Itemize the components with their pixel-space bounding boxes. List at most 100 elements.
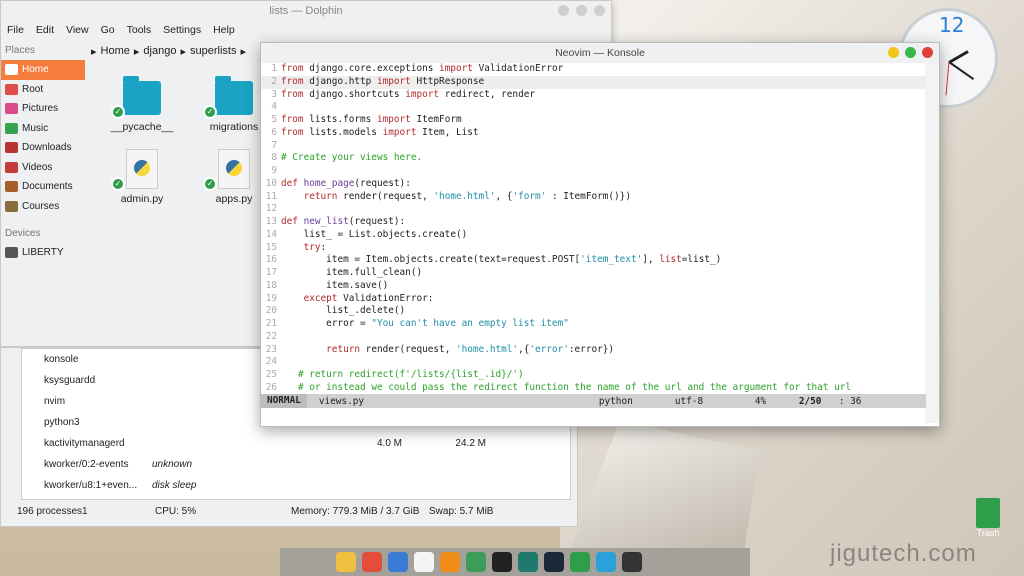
code-line[interactable]: 5 from lists.forms import ItemForm [261, 114, 925, 127]
menu-help[interactable]: Help [213, 24, 235, 36]
terminal-icon[interactable] [622, 552, 642, 572]
code-line[interactable]: 3 from django.shortcuts import redirect, … [261, 89, 925, 102]
menu-tools[interactable]: Tools [127, 24, 152, 36]
document-icon[interactable] [414, 552, 434, 572]
code-line[interactable]: 2 from django.http import HttpResponse [261, 75, 925, 89]
editor-buffer[interactable]: 1 from django.core.exceptions import Vali… [261, 63, 925, 395]
videos-icon [5, 161, 18, 173]
code-token: (request): [348, 216, 406, 227]
jetbrains-icon[interactable] [492, 552, 512, 572]
close-button[interactable] [922, 47, 933, 58]
maximize-button[interactable] [576, 5, 587, 16]
clock-minute-hand [948, 61, 975, 81]
places-item-videos[interactable]: Videos [1, 158, 85, 178]
code-token: from [281, 88, 304, 100]
system-monitor-icon[interactable] [570, 552, 590, 572]
code-token: render(request, [337, 190, 434, 202]
files-icon[interactable] [336, 552, 356, 572]
code-line[interactable]: 4 [261, 101, 925, 114]
file-item[interactable]: ✓ __pycache__ [97, 76, 187, 133]
process-shared-memory: 24.2 M [455, 438, 486, 449]
process-row[interactable]: kworker/0:2-events unknown [22, 454, 570, 475]
places-item-pictures[interactable]: Pictures [1, 99, 85, 119]
code-line[interactable]: 20 list_.delete() [261, 305, 925, 318]
vlc-icon[interactable] [440, 552, 460, 572]
places-item-root[interactable]: Root [1, 80, 85, 100]
minimize-button[interactable] [558, 5, 569, 16]
code-line[interactable]: 8 # Create your views here. [261, 152, 925, 165]
line-number: 23 [265, 343, 277, 355]
line-number: 24 [265, 356, 277, 368]
places-item-home[interactable]: Home [1, 60, 85, 80]
code-line[interactable]: 12 [261, 203, 925, 216]
code-line[interactable]: 7 [261, 140, 925, 153]
devices-item-liberty[interactable]: LIBERTY [1, 243, 85, 263]
process-row[interactable]: kactivitymanagerd 4.0 M 24.2 M [22, 433, 570, 454]
line-number: 4 [271, 101, 277, 113]
code-line[interactable]: 13 def new_list (request): [261, 216, 925, 229]
code-line[interactable]: 9 [261, 165, 925, 178]
breadcrumb-item[interactable]: django [143, 45, 176, 58]
code-line[interactable]: 25 # return redirect(f'/lists/{list_.id}… [261, 369, 925, 382]
places-item-downloads[interactable]: Downloads [1, 138, 85, 158]
qbittorrent-icon[interactable] [388, 552, 408, 572]
code-line[interactable]: 21 error = "You can't have an empty list… [261, 318, 925, 331]
code-line[interactable]: 6 from lists.models import Item, List [261, 127, 925, 140]
code-token: def [281, 177, 298, 189]
code-line[interactable]: 16 item = Item.objects.create(text=reque… [261, 254, 925, 267]
code-token: import [382, 126, 417, 138]
places-item-label: Downloads [22, 142, 72, 154]
scrollbar[interactable] [925, 63, 939, 423]
code-token: list [659, 254, 682, 266]
maximize-button[interactable] [905, 47, 916, 58]
clock-number: 12 [939, 13, 965, 37]
places-item-music[interactable]: Music [1, 119, 85, 139]
minimize-button[interactable] [888, 47, 899, 58]
line-number: 14 [265, 228, 277, 240]
code-line[interactable]: 23 return render(request, 'home.html' ,{'… [261, 344, 925, 357]
android-icon[interactable] [466, 552, 486, 572]
code-line[interactable]: 17 item.full_clean() [261, 267, 925, 280]
code-line[interactable]: 18 item.save() [261, 280, 925, 293]
line-number: 18 [265, 279, 277, 291]
line-number: 3 [271, 88, 277, 100]
menu-file[interactable]: File [7, 24, 24, 36]
dolphin-titlebar[interactable]: lists — Dolphin [1, 1, 611, 21]
file-item[interactable]: ✓ admin.py [97, 149, 187, 205]
code-line[interactable]: 15 try: [261, 242, 925, 255]
close-button[interactable] [594, 5, 605, 16]
telegram-icon[interactable] [596, 552, 616, 572]
menu-settings[interactable]: Settings [163, 24, 201, 36]
cpu-usage: CPU: 5% [155, 506, 197, 517]
scroll-percent: 4% [754, 395, 767, 407]
breadcrumb-item[interactable]: superlists [190, 45, 236, 58]
code-line[interactable]: 10 def home_page (request): [261, 178, 925, 191]
code-token: : ItemForm()}) [546, 190, 631, 202]
breadcrumb-item[interactable]: Home [101, 45, 130, 58]
code-token: from [281, 63, 304, 74]
menu-edit[interactable]: Edit [36, 24, 54, 36]
places-item-documents[interactable]: Documents [1, 177, 85, 197]
code-line[interactable]: 11 return render(request, 'home.html', {… [261, 191, 925, 204]
code-token: django.core.exceptions [303, 63, 440, 74]
code-line[interactable]: 1 from django.core.exceptions import Vali… [261, 63, 925, 76]
code-line[interactable]: 22 [261, 331, 925, 344]
konsole-titlebar[interactable]: Neovim — Konsole [261, 43, 939, 63]
chrome-icon[interactable] [362, 552, 382, 572]
code-line[interactable]: 14 list_ = List.objects.create() [261, 229, 925, 242]
code-token: =list_) [681, 254, 722, 266]
code-token: ], [642, 254, 660, 266]
process-row[interactable]: kworker/u8:1+even... disk sleep [22, 475, 570, 496]
code-line[interactable]: 26 # or instead we could pass the redire… [261, 382, 925, 395]
trash-desktop-icon[interactable]: Trash [968, 498, 1008, 538]
code-line[interactable]: 24 [261, 356, 925, 369]
book-icon[interactable] [518, 552, 538, 572]
places-item-courses[interactable]: Courses [1, 197, 85, 217]
menu-view[interactable]: View [66, 24, 89, 36]
code-line[interactable]: 19 except ValidationError: [261, 293, 925, 306]
line-number: 26 [265, 381, 277, 393]
steam-icon[interactable] [544, 552, 564, 572]
music-icon [5, 122, 18, 134]
menu-go[interactable]: Go [101, 24, 115, 36]
